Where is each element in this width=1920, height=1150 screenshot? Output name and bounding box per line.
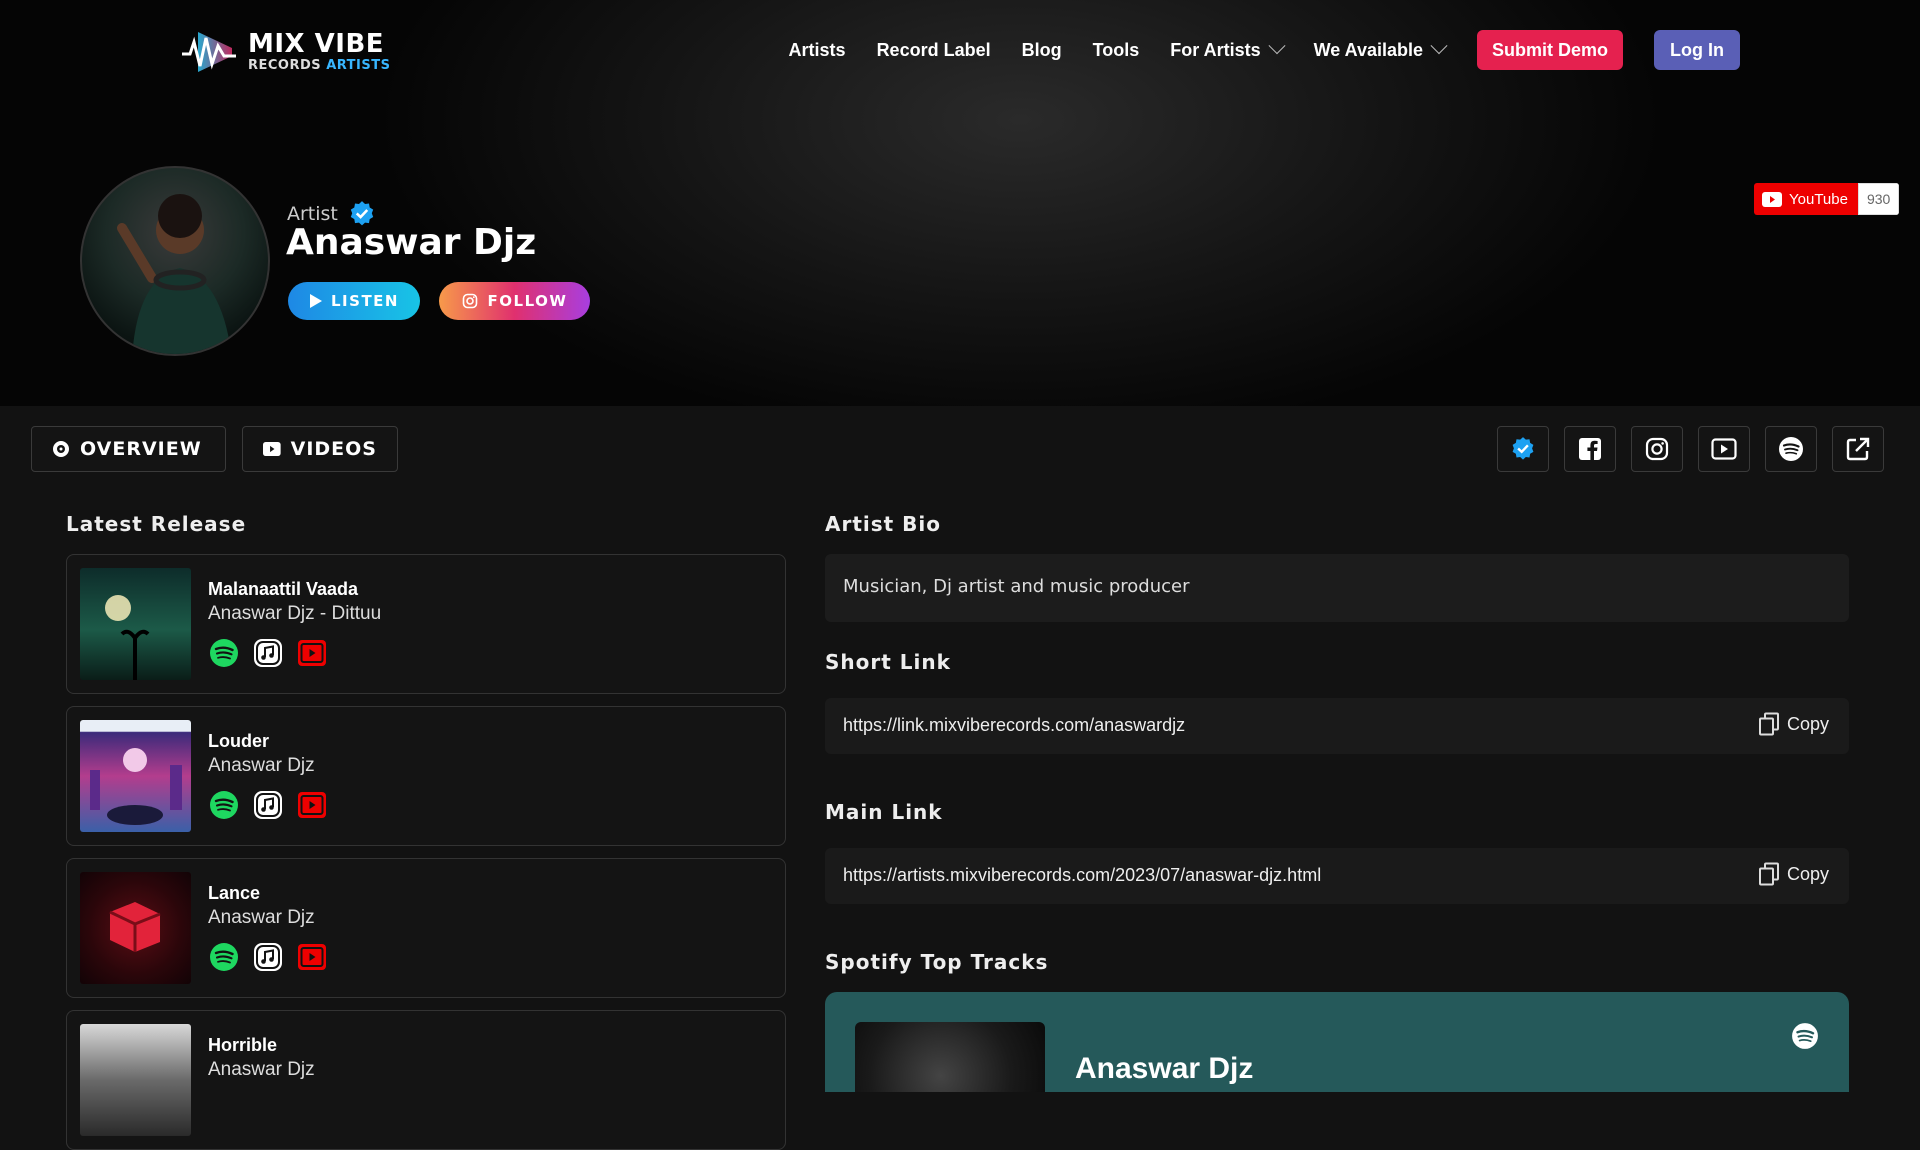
release-artist: Anaswar Djz [208, 755, 315, 776]
release-title[interactable]: Louder [208, 731, 269, 752]
facebook-icon [1579, 438, 1601, 460]
listen-button[interactable]: LISTEN [288, 282, 420, 320]
youtube-icon[interactable] [297, 790, 327, 820]
youtube-subscribe-badge[interactable]: YouTube 930 [1754, 183, 1900, 215]
artist-avatar [80, 166, 270, 356]
social-spotify[interactable] [1765, 426, 1817, 472]
instagram-icon [1645, 437, 1669, 461]
cover-art-icon [109, 902, 161, 952]
copy-main-link-button[interactable]: Copy [1758, 862, 1829, 886]
short-link-heading: Short Link [825, 650, 951, 674]
nav-tools[interactable]: Tools [1093, 40, 1140, 61]
social-external-link[interactable] [1832, 426, 1884, 472]
release-cover [80, 872, 191, 984]
spotify-artist-image [855, 1022, 1045, 1092]
nav-blog[interactable]: Blog [1022, 40, 1062, 61]
login-button[interactable]: Log In [1654, 30, 1740, 70]
release-title[interactable]: Lance [208, 883, 260, 904]
youtube-subscriber-count: 930 [1857, 183, 1900, 215]
release-title[interactable]: Horrible [208, 1035, 277, 1056]
spotify-icon[interactable] [209, 790, 239, 820]
release-cover [80, 720, 191, 832]
social-verified[interactable] [1497, 426, 1549, 472]
play-icon [310, 294, 322, 308]
youtube-icon [1762, 191, 1782, 207]
release-card[interactable]: Malanaattil Vaada Anaswar Djz - Dittuu [66, 554, 786, 694]
release-card[interactable]: Lance Anaswar Djz [66, 858, 786, 998]
release-cover [80, 568, 191, 680]
nav-we-available-dropdown[interactable]: We Available [1314, 37, 1448, 61]
tab-overview[interactable]: OVERVIEW [31, 426, 226, 472]
logo-mark-icon [182, 32, 236, 72]
external-link-icon [1846, 437, 1870, 461]
youtube-icon [1711, 438, 1737, 460]
cover-art-icon [90, 748, 182, 825]
spotify-top-tracks-heading: Spotify Top Tracks [825, 950, 1049, 974]
artist-name: Anaswar Djz [286, 222, 537, 263]
apple-music-icon[interactable] [253, 638, 283, 668]
release-artist: Anaswar Djz - Dittuu [208, 603, 382, 624]
release-title[interactable]: Malanaattil Vaada [208, 579, 358, 600]
main-link-field: https://artists.mixviberecords.com/2023/… [825, 848, 1849, 904]
youtube-icon[interactable] [297, 942, 327, 972]
short-link-url[interactable]: https://link.mixviberecords.com/anasward… [843, 715, 1185, 736]
instagram-icon [462, 293, 477, 309]
spotify-icon[interactable] [1791, 1022, 1819, 1050]
social-instagram[interactable] [1631, 426, 1683, 472]
brand-subtitle: RECORDS ARTISTS [248, 57, 391, 73]
release-artist: Anaswar Djz [208, 907, 315, 928]
spotify-embed[interactable]: Anaswar Djz [825, 992, 1849, 1092]
youtube-icon[interactable] [297, 638, 327, 668]
release-card[interactable]: Horrible Anaswar Djz [66, 1010, 786, 1150]
copy-icon [1758, 712, 1779, 736]
latest-release-heading: Latest Release [66, 512, 247, 536]
submit-demo-button[interactable]: Submit Demo [1477, 30, 1624, 70]
apple-music-icon[interactable] [253, 790, 283, 820]
nav-for-artists-dropdown[interactable]: For Artists [1170, 37, 1286, 61]
release-artist: Anaswar Djz [208, 1059, 315, 1080]
artist-hero: MIX VIBE RECORDS ARTISTS Artists Record … [0, 0, 1920, 406]
nav-artists[interactable]: Artists [789, 40, 846, 61]
social-facebook[interactable] [1564, 426, 1616, 472]
follow-button[interactable]: FOLLOW [439, 282, 590, 320]
artist-bio-heading: Artist Bio [825, 512, 942, 536]
artist-bio-box: Musician, Dj artist and music producer [825, 554, 1849, 622]
spotify-icon [1779, 437, 1803, 461]
short-link-field: https://link.mixviberecords.com/anasward… [825, 698, 1849, 754]
apple-music-icon[interactable] [253, 942, 283, 972]
verified-icon [1512, 437, 1534, 460]
disc-icon [53, 441, 69, 457]
artist-photo-icon [117, 194, 232, 354]
nav-record-label[interactable]: Record Label [877, 40, 991, 61]
youtube-icon [263, 441, 281, 457]
brand-logo[interactable]: MIX VIBE RECORDS ARTISTS [180, 26, 390, 76]
chevron-down-icon [1430, 37, 1448, 55]
release-card[interactable]: Louder Anaswar Djz [66, 706, 786, 846]
youtube-label: YouTube [1789, 190, 1848, 208]
tab-videos[interactable]: VIDEOS [242, 426, 398, 472]
spotify-icon[interactable] [209, 942, 239, 972]
copy-short-link-button[interactable]: Copy [1758, 712, 1829, 736]
release-cover [80, 1024, 191, 1136]
main-link-heading: Main Link [825, 800, 943, 824]
main-link-url[interactable]: https://artists.mixviberecords.com/2023/… [843, 865, 1321, 886]
brand-title: MIX VIBE [248, 28, 385, 59]
spotify-icon[interactable] [209, 638, 239, 668]
cover-art-icon [105, 595, 150, 680]
spotify-artist-name: Anaswar Djz [1075, 1052, 1254, 1085]
social-youtube[interactable] [1698, 426, 1750, 472]
copy-icon [1758, 862, 1779, 886]
artist-bio-text: Musician, Dj artist and music producer [843, 576, 1190, 597]
chevron-down-icon [1268, 37, 1286, 55]
main-nav: Artists Record Label Blog Tools For Arti… [789, 29, 1740, 71]
